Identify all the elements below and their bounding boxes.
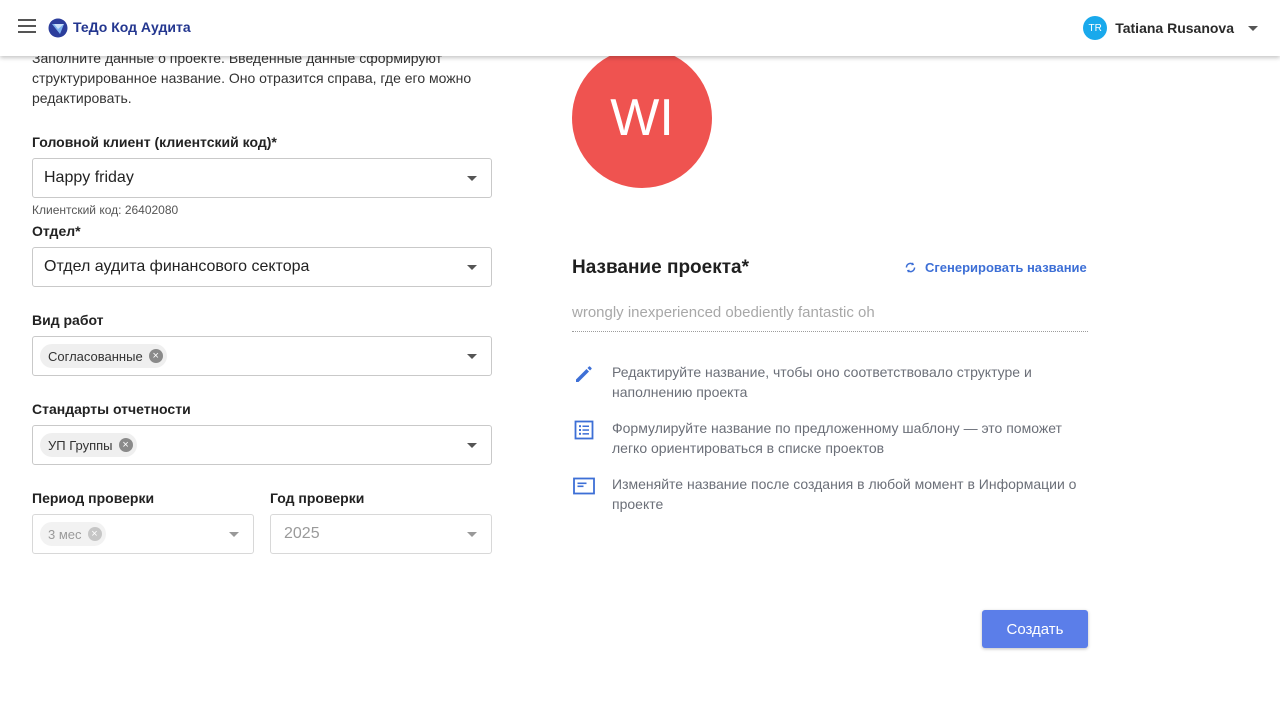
chip-label: Согласованные bbox=[48, 348, 143, 364]
client-select-value: Happy friday bbox=[44, 169, 134, 186]
chevron-down-icon bbox=[1248, 25, 1258, 31]
project-avatar: WI bbox=[572, 48, 712, 188]
generate-name-label: Сгенерировать название bbox=[925, 260, 1087, 275]
pencil-icon bbox=[576, 366, 592, 382]
close-icon[interactable]: × bbox=[148, 349, 163, 363]
form-intro-text: Заполните данные о проекте. Введенные да… bbox=[32, 50, 472, 106]
client-select[interactable]: Happy friday bbox=[32, 158, 492, 198]
project-name-input[interactable]: wrongly inexperienced obediently fantast… bbox=[572, 304, 1088, 332]
chip-label: 3 мес bbox=[48, 526, 82, 542]
year-select[interactable]: 2025 bbox=[270, 514, 492, 554]
work-type-select[interactable]: Согласованные × bbox=[32, 336, 492, 376]
user-name: Tatiana Rusanova bbox=[1115, 20, 1234, 36]
chevron-down-icon bbox=[467, 354, 477, 359]
tip-text: Формулируйте название по предложенному ш… bbox=[612, 420, 1062, 456]
info-card-icon bbox=[573, 477, 595, 495]
department-select-value: Отдел аудита финансового сектора bbox=[44, 258, 310, 275]
create-button[interactable]: Создать bbox=[982, 610, 1088, 648]
user-menu[interactable]: TR Tatiana Rusanova bbox=[1083, 16, 1258, 40]
period-label: Период проверки bbox=[32, 490, 155, 506]
client-label: Головной клиент (клиентский код)* bbox=[32, 134, 277, 150]
client-code-hint: Клиентский код: 26402080 bbox=[32, 203, 179, 217]
chevron-down-icon bbox=[467, 443, 477, 448]
menu-icon[interactable] bbox=[18, 19, 38, 37]
chevron-down-icon bbox=[229, 532, 239, 537]
refresh-icon bbox=[905, 262, 916, 273]
work-type-label: Вид работ bbox=[32, 312, 104, 328]
department-select[interactable]: Отдел аудита финансового сектора bbox=[32, 247, 492, 287]
standards-chip[interactable]: УП Группы × bbox=[40, 433, 137, 457]
list-icon bbox=[574, 420, 594, 440]
standards-label: Стандарты отчетности bbox=[32, 401, 191, 417]
chevron-down-icon bbox=[467, 265, 477, 270]
chevron-down-icon bbox=[467, 532, 477, 537]
close-icon[interactable]: × bbox=[118, 438, 133, 452]
chevron-down-icon bbox=[467, 176, 477, 181]
generate-name-button[interactable]: Сгенерировать название bbox=[904, 260, 1087, 275]
work-type-chip[interactable]: Согласованные × bbox=[40, 344, 167, 368]
tip-text: Редактируйте название, чтобы оно соответ… bbox=[612, 364, 1032, 400]
period-chip[interactable]: 3 мес × bbox=[40, 522, 106, 546]
project-name-title: Название проекта* bbox=[572, 257, 749, 278]
chip-label: УП Группы bbox=[48, 437, 113, 453]
standards-select[interactable]: УП Группы × bbox=[32, 425, 492, 465]
department-label: Отдел* bbox=[32, 223, 81, 239]
period-select[interactable]: 3 мес × bbox=[32, 514, 254, 554]
year-label: Год проверки bbox=[270, 490, 365, 506]
logo-icon bbox=[48, 18, 68, 38]
top-app-bar: ТеДо Код Аудита TR Tatiana Rusanova bbox=[0, 0, 1280, 56]
tip-text: Изменяйте название после создания в любо… bbox=[612, 476, 1077, 512]
close-icon[interactable]: × bbox=[87, 527, 102, 541]
avatar: TR bbox=[1083, 16, 1108, 40]
app-brand[interactable]: ТеДо Код Аудита bbox=[73, 19, 191, 35]
year-select-value: 2025 bbox=[284, 525, 320, 542]
